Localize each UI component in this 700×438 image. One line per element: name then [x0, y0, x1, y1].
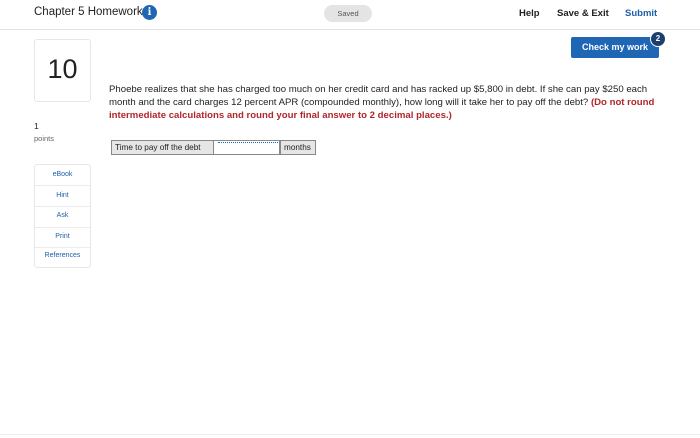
question-body: Phoebe realizes that she has charged too…	[109, 84, 648, 108]
hint-link[interactable]: Hint	[35, 192, 90, 199]
divider	[35, 247, 90, 248]
question-text: Phoebe realizes that she has charged too…	[109, 84, 667, 122]
assignment-title: Chapter 5 Homework	[34, 6, 143, 18]
question-number: 10	[47, 54, 78, 84]
resource-links-panel: eBook Hint Ask Print References	[34, 164, 91, 268]
divider	[35, 185, 90, 186]
saved-status-badge: Saved	[324, 5, 372, 22]
divider	[35, 227, 90, 228]
ask-link[interactable]: Ask	[35, 212, 90, 219]
check-my-work-button[interactable]: Check my work	[571, 37, 659, 58]
answer-unit: months	[280, 140, 316, 155]
submit-button[interactable]: Submit	[625, 8, 657, 19]
check-attempts-badge: 2	[650, 31, 666, 47]
ebook-link[interactable]: eBook	[35, 171, 90, 178]
answer-input[interactable]	[213, 140, 280, 155]
answer-label: Time to pay off the debt	[111, 140, 216, 155]
references-link[interactable]: References	[35, 252, 90, 259]
points-label: points	[34, 134, 55, 143]
divider	[35, 206, 90, 207]
print-link[interactable]: Print	[35, 233, 90, 240]
answer-input-wrapper	[213, 140, 280, 155]
top-bar: Chapter 5 Homework i Saved Help Save & E…	[0, 0, 700, 30]
info-icon[interactable]: i	[142, 5, 157, 20]
help-button[interactable]: Help	[519, 8, 540, 19]
question-number-box: 10	[34, 39, 91, 102]
save-exit-button[interactable]: Save & Exit	[557, 8, 609, 19]
points-value: 1	[34, 121, 39, 131]
footer-divider	[0, 434, 700, 435]
